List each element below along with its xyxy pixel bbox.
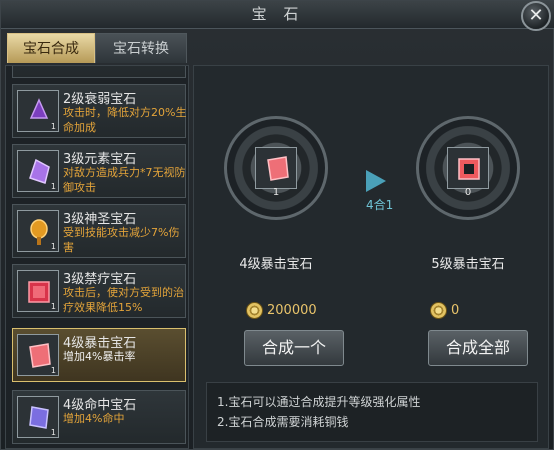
- item-desc: 攻击后，使对方受到的治疗效果降低15%: [63, 286, 184, 314]
- item-count: 1: [50, 242, 56, 251]
- arrow-right-icon: [366, 170, 386, 192]
- item-desc: 增加4%命中: [63, 412, 125, 425]
- list-item[interactable]: [12, 66, 186, 78]
- source-count: 1: [272, 187, 280, 198]
- close-icon: ✕: [528, 5, 544, 26]
- gem-window: 宝 石 ✕ 宝石合成 宝石转换 1 2级衰弱宝石 攻击时，降低对方20%生命加成…: [0, 0, 554, 450]
- item-desc: 增加4%暴击率: [63, 350, 136, 363]
- info-line: 1.宝石可以通过合成提升等级强化属性: [217, 395, 421, 409]
- info-line: 2.宝石合成需要消耗铜钱: [217, 415, 349, 429]
- source-gem-slot[interactable]: 1: [224, 116, 328, 220]
- synthesize-one-button[interactable]: 合成一个: [244, 330, 344, 366]
- pink-gem-icon: [255, 147, 297, 189]
- cost-all: 0: [430, 302, 459, 322]
- item-count: 1: [50, 366, 56, 375]
- item-count: 1: [50, 182, 56, 191]
- item-count: 1: [50, 428, 56, 437]
- item-desc: 攻击时，降低对方20%生命加成: [63, 106, 187, 134]
- synthesis-ratio: 4合1: [366, 198, 394, 212]
- synthesis-panel: 1 4合1 0 4级暴击宝石 5级暴击宝石 200000 0 合成一个 合成全部…: [193, 65, 549, 449]
- violet-gem-icon: 1: [17, 396, 59, 438]
- source-gem-name: 4级暴击宝石: [239, 257, 313, 272]
- gem-list-item-selected[interactable]: 1 4级暴击宝石 增加4%暴击率: [12, 328, 186, 382]
- red-gem-icon: 1: [17, 270, 59, 312]
- gem-list[interactable]: 1 2级衰弱宝石 攻击时，降低对方20%生命加成 1 3级元素宝石 对敌方造成兵…: [5, 65, 189, 449]
- item-desc: 对敌方造成兵力*7无视防御攻击: [63, 166, 186, 194]
- tab-gem-synthesis[interactable]: 宝石合成: [7, 33, 95, 63]
- gold-gem-icon: 1: [17, 210, 59, 252]
- pink-gem-icon: 1: [17, 334, 59, 376]
- tab-gem-conversion[interactable]: 宝石转换: [95, 33, 187, 63]
- item-count: 1: [50, 302, 56, 311]
- target-gem-name: 5级暴击宝石: [431, 257, 505, 272]
- gem-list-item[interactable]: 1 3级元素宝石 对敌方造成兵力*7无视防御攻击: [12, 144, 186, 198]
- gem-list-item[interactable]: 1 3级禁疗宝石 攻击后，使对方受到的治疗效果降低15%: [12, 264, 186, 318]
- target-gem-slot[interactable]: 0: [416, 116, 520, 220]
- gem-list-item[interactable]: 1 3级神圣宝石 受到技能攻击减少7%伤害: [12, 204, 186, 258]
- gem-list-item[interactable]: 1 2级衰弱宝石 攻击时，降低对方20%生命加成: [12, 84, 186, 138]
- gem-list-item[interactable]: 1 4级命中宝石 增加4%命中: [12, 390, 186, 444]
- lilac-gem-icon: 1: [17, 150, 59, 192]
- red-gem-icon: [447, 147, 489, 189]
- item-count: 1: [50, 122, 56, 131]
- coin-icon: [430, 302, 447, 319]
- close-button[interactable]: ✕: [521, 1, 551, 31]
- coin-icon: [246, 302, 263, 319]
- cost-one: 200000: [246, 302, 317, 322]
- info-box: 1.宝石可以通过合成提升等级强化属性 2.宝石合成需要消耗铜钱: [206, 382, 538, 442]
- window-title: 宝 石: [1, 1, 554, 29]
- target-count: 0: [464, 187, 472, 198]
- purple-gem-icon: 1: [17, 90, 59, 132]
- item-desc: 受到技能攻击减少7%伤害: [63, 226, 180, 254]
- synthesize-all-button[interactable]: 合成全部: [428, 330, 528, 366]
